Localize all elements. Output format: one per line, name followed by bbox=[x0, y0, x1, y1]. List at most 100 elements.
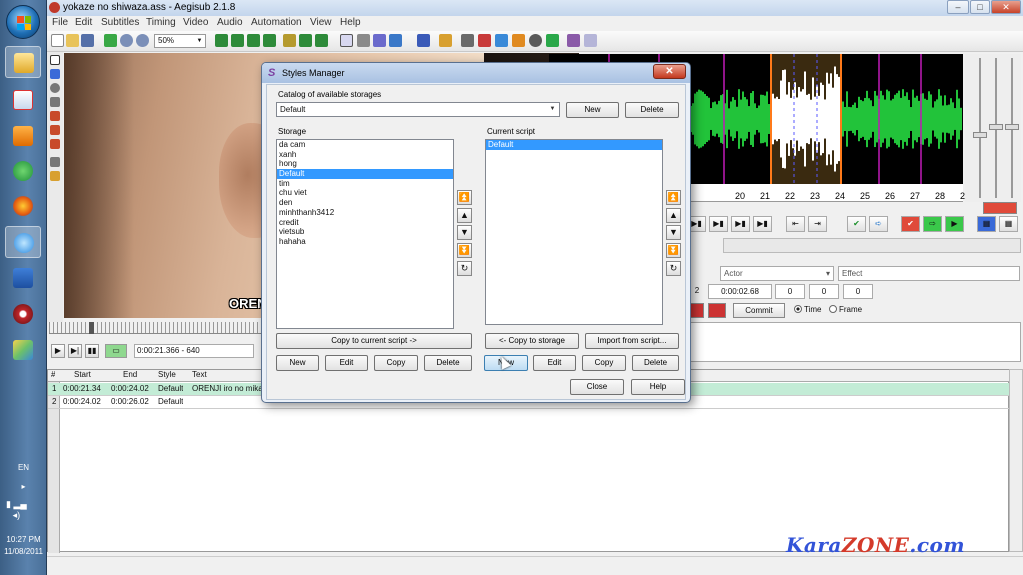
translation-assistant-icon[interactable] bbox=[461, 34, 474, 47]
commit-button[interactable]: Commit bbox=[733, 303, 785, 318]
menu-subtitles[interactable]: Subtitles bbox=[101, 17, 139, 28]
dialog-help-button[interactable]: Help bbox=[631, 379, 685, 395]
move-up-icon[interactable]: ▲ bbox=[666, 208, 681, 223]
audio-lead-in-button[interactable]: ⇤ bbox=[786, 216, 805, 232]
tool-scale-icon[interactable] bbox=[50, 111, 60, 121]
tool-help-icon[interactable] bbox=[50, 171, 60, 181]
sort-icon[interactable]: ↻ bbox=[666, 261, 681, 276]
check-icon[interactable] bbox=[546, 34, 559, 47]
move-top-icon[interactable]: ⏫ bbox=[666, 190, 681, 205]
taskbar-word[interactable] bbox=[5, 262, 41, 294]
audio-play-after-button[interactable]: ▶▮ bbox=[753, 216, 772, 232]
tool-rotate-z-icon[interactable] bbox=[50, 83, 60, 93]
dialog-close-button[interactable]: ✕ bbox=[653, 64, 686, 79]
signal-icon[interactable]: ▂▄ bbox=[13, 499, 26, 509]
start-time-partial[interactable]: 2 bbox=[690, 284, 704, 299]
list-item[interactable]: chu viet bbox=[277, 188, 453, 198]
move-top-icon[interactable]: ⏫ bbox=[457, 190, 472, 205]
current-script-list[interactable]: Default bbox=[485, 139, 663, 325]
audio-karaoke-icon[interactable]: ✔ bbox=[901, 216, 920, 232]
duration-field[interactable]: 0:00:02.68 bbox=[708, 284, 772, 299]
taskbar-app-network[interactable] bbox=[5, 84, 41, 116]
audio-goto-icon[interactable]: ➪ bbox=[869, 216, 888, 232]
zoom-out-icon[interactable] bbox=[136, 34, 149, 47]
volume-icon[interactable]: ◂) bbox=[13, 510, 21, 520]
current-delete-button[interactable]: Delete bbox=[632, 355, 679, 371]
start-button[interactable] bbox=[6, 5, 40, 39]
attachments-icon[interactable] bbox=[373, 34, 386, 47]
fonts-collector-icon[interactable] bbox=[389, 34, 402, 47]
taskbar-messenger[interactable] bbox=[5, 155, 41, 187]
pause-button[interactable]: ▮▮ bbox=[85, 344, 99, 358]
current-edit-button[interactable]: Edit bbox=[533, 355, 576, 371]
spell-check-icon[interactable] bbox=[495, 34, 508, 47]
show-hidden-icons-icon[interactable]: ▸ bbox=[0, 482, 47, 491]
catalog-select[interactable]: Default ▼ bbox=[276, 102, 560, 117]
actor-combobox[interactable]: Actor ▾ bbox=[720, 266, 834, 281]
storage-edit-button[interactable]: Edit bbox=[325, 355, 368, 371]
video-time-display[interactable]: 0:00:21.366 - 640 bbox=[134, 344, 254, 358]
list-item[interactable]: credit bbox=[277, 218, 453, 228]
sort-icon[interactable]: ↻ bbox=[457, 261, 472, 276]
title-bar[interactable]: yokaze no shiwaza.ass - Aegisub 2.1.8 – … bbox=[47, 0, 1023, 16]
storage-delete-button[interactable]: Delete bbox=[424, 355, 472, 371]
tool-vector-clip-icon[interactable] bbox=[50, 139, 60, 149]
style-color-button[interactable] bbox=[708, 303, 726, 318]
zoom-select[interactable]: 50% ▼ bbox=[154, 34, 206, 48]
list-item[interactable]: da cam bbox=[277, 140, 453, 150]
list-item[interactable]: xanh bbox=[277, 150, 453, 160]
automation-icon[interactable] bbox=[417, 34, 430, 47]
maximize-button[interactable]: □ bbox=[970, 0, 990, 14]
margin-vertical-field[interactable]: 0 bbox=[843, 284, 873, 299]
aegisub-app-icon[interactable] bbox=[49, 2, 60, 13]
comment-button[interactable] bbox=[690, 303, 704, 318]
catalog-delete-button[interactable]: Delete bbox=[625, 102, 679, 118]
taskbar-internet-explorer[interactable] bbox=[5, 226, 41, 258]
snap-end-icon[interactable] bbox=[231, 34, 244, 47]
timing-icon[interactable] bbox=[529, 34, 542, 47]
audio-next-icon[interactable]: ⇨ bbox=[923, 216, 942, 232]
menu-edit[interactable]: Edit bbox=[75, 17, 92, 28]
minimize-button[interactable]: – bbox=[947, 0, 969, 14]
open-file-icon[interactable] bbox=[66, 34, 79, 47]
play-button[interactable]: ▶ bbox=[51, 344, 65, 358]
margin-left-field[interactable]: 0 bbox=[775, 284, 805, 299]
menu-view[interactable]: View bbox=[310, 17, 332, 28]
list-item[interactable]: den bbox=[277, 198, 453, 208]
audio-spectrum-icon[interactable]: ▦ bbox=[977, 216, 996, 232]
list-item-selected[interactable]: Default bbox=[486, 140, 662, 150]
import-from-script-button[interactable]: Import from script... bbox=[585, 333, 679, 349]
snap-keyframe-icon[interactable] bbox=[263, 34, 276, 47]
list-item[interactable]: hong bbox=[277, 159, 453, 169]
menu-audio[interactable]: Audio bbox=[217, 17, 243, 28]
storage-copy-button[interactable]: Copy bbox=[374, 355, 418, 371]
move-up-icon[interactable]: ▲ bbox=[457, 208, 472, 223]
properties-icon[interactable] bbox=[357, 34, 370, 47]
styles-manager-icon[interactable] bbox=[340, 34, 353, 47]
audio-commit-icon[interactable]: ✔ bbox=[847, 216, 866, 232]
menu-timing[interactable]: Timing bbox=[146, 17, 176, 28]
tool-standard-icon[interactable] bbox=[50, 55, 60, 65]
copy-to-current-button[interactable]: Copy to current script -> bbox=[276, 333, 472, 349]
close-button[interactable]: ✕ bbox=[991, 0, 1021, 14]
language-indicator[interactable]: EN bbox=[0, 463, 47, 472]
tools-icon[interactable] bbox=[567, 34, 580, 47]
move-down-icon[interactable]: ▼ bbox=[457, 225, 472, 240]
zoom-slider-track[interactable] bbox=[979, 58, 981, 198]
taskbar-paint[interactable] bbox=[5, 334, 41, 366]
jump-to-icon[interactable] bbox=[104, 34, 117, 47]
storage-new-button[interactable]: New bbox=[276, 355, 319, 371]
audio-play-start-button[interactable]: ▶▮ bbox=[709, 216, 728, 232]
snap-start-icon[interactable] bbox=[215, 34, 228, 47]
zoom-slider-knob[interactable] bbox=[973, 132, 987, 138]
autoscroll-video-button[interactable]: ▭ bbox=[105, 344, 127, 358]
dialog-title-bar[interactable]: S Styles Manager ✕ bbox=[262, 63, 690, 83]
volume-slider-knob[interactable] bbox=[989, 124, 1003, 130]
storage-list[interactable]: da cam xanh hong Default tim chu viet de… bbox=[276, 139, 454, 329]
help-icon[interactable] bbox=[584, 34, 597, 47]
styling-assistant-icon[interactable] bbox=[478, 34, 491, 47]
list-item[interactable]: vietsub bbox=[277, 227, 453, 237]
audio-play-end-button[interactable]: ▶▮ bbox=[731, 216, 750, 232]
catalog-new-button[interactable]: New bbox=[566, 102, 619, 118]
zoom-in-icon[interactable] bbox=[120, 34, 133, 47]
